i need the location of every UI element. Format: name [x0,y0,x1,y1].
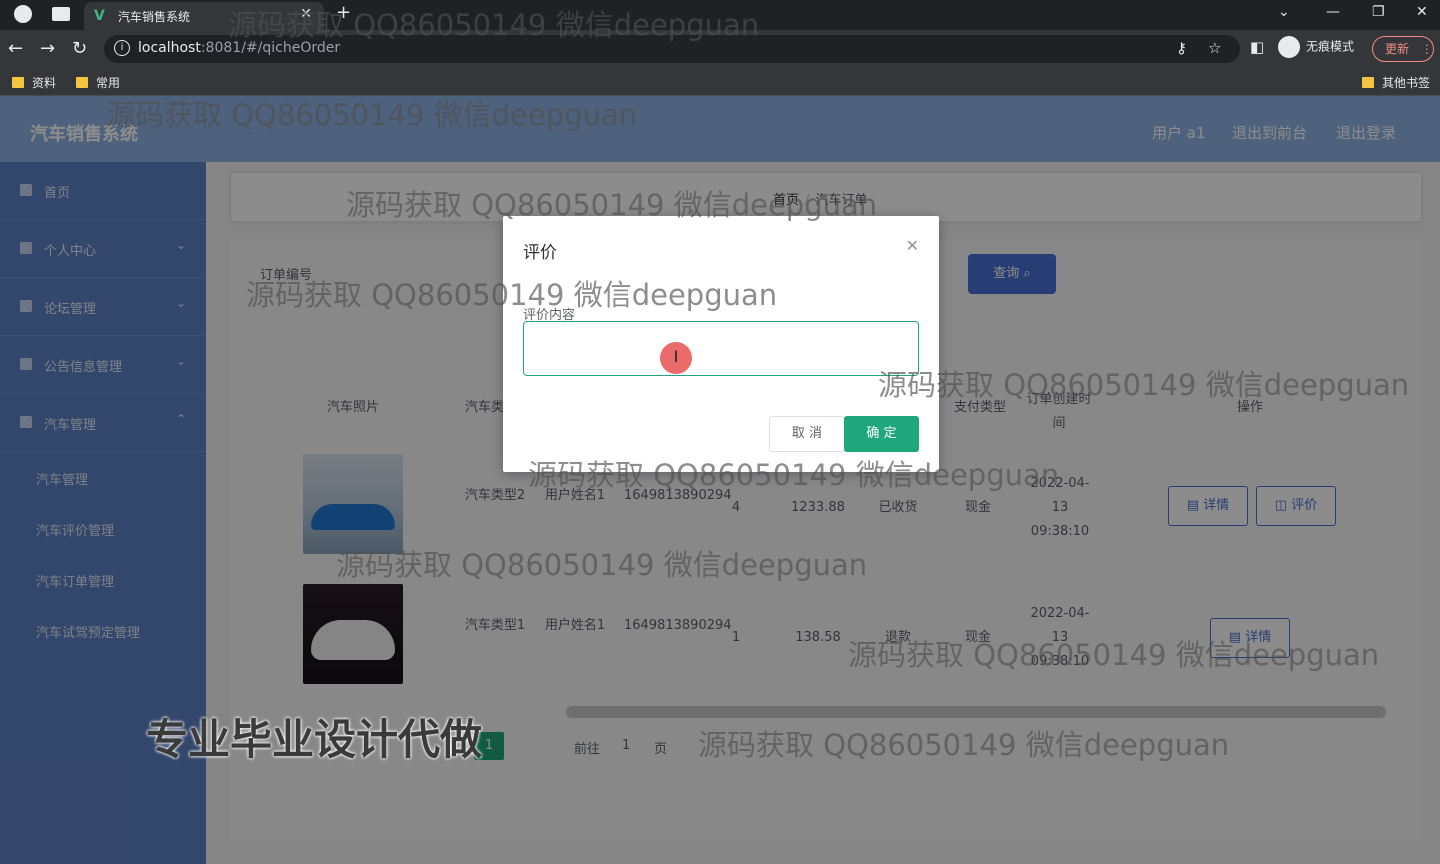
sidepanel-icon[interactable]: ◧ [1250,38,1264,56]
vue-favicon-icon: V [94,8,105,24]
folder-icon [76,77,88,88]
back-icon[interactable]: ← [8,38,23,59]
dialog-title: 评价 [523,243,557,263]
site-info-icon[interactable]: i [114,40,130,56]
forward-icon[interactable]: → [40,38,55,59]
cancel-button[interactable]: 取 消 [769,416,845,452]
tab-title: 汽车销售系统 [118,10,191,24]
incognito-indicator[interactable]: 无痕模式 [1278,36,1354,58]
bookmark-folder[interactable]: 资料 [12,74,56,91]
watermark: 源码获取 QQ86050149 微信deepguan [878,368,1410,402]
tab-search-icon[interactable] [52,7,70,21]
watermark: 源码获取 QQ86050149 微信deepguan [228,8,760,42]
star-icon[interactable]: ☆ [1208,39,1221,57]
screen: V 汽车销售系统 ✕ + ⌄ — ❐ ✕ ← → ↻ i localhost:8… [0,0,1440,864]
watermark: 源码获取 QQ86050149 微信deepguan [346,188,878,222]
review-content-input[interactable]: I [523,321,919,376]
bookmark-folder[interactable]: 常用 [76,74,120,91]
watermark: 源码获取 QQ86050149 微信deepguan [246,278,778,312]
reload-icon[interactable]: ↻ [72,38,87,59]
watermark: 源码获取 QQ86050149 微信deepguan [106,98,638,132]
incognito-icon [1278,36,1300,58]
minimize-icon[interactable]: — [1326,4,1340,20]
close-icon[interactable]: ✕ [906,236,919,255]
browser-menu-icon[interactable] [14,5,32,23]
watermark: 源码获取 QQ86050149 微信deepguan [528,458,1060,492]
watermark: 源码获取 QQ86050149 微信deepguan [336,548,868,582]
folder-icon [1362,77,1374,88]
update-button[interactable]: 更新 ⋮ [1372,36,1434,62]
watermark: 源码获取 QQ86050149 微信deepguan [848,638,1380,672]
window-close-icon[interactable]: ✕ [1416,4,1428,20]
folder-icon [12,77,24,88]
tab-list-icon[interactable]: ⌄ [1278,4,1290,20]
watermark: 源码获取 QQ86050149 微信deepguan [698,728,1230,762]
other-bookmarks[interactable]: 其他书签 [1362,74,1430,91]
review-dialog: 评价 ✕ 评价内容 I 取 消 确 定 [503,216,939,472]
promo-watermark: 专业毕业设计代做 [146,715,483,764]
key-icon[interactable]: ⚷ [1176,39,1187,57]
text-cursor-icon: I [660,342,692,374]
restore-icon[interactable]: ❐ [1372,4,1385,20]
confirm-button[interactable]: 确 定 [844,416,919,452]
